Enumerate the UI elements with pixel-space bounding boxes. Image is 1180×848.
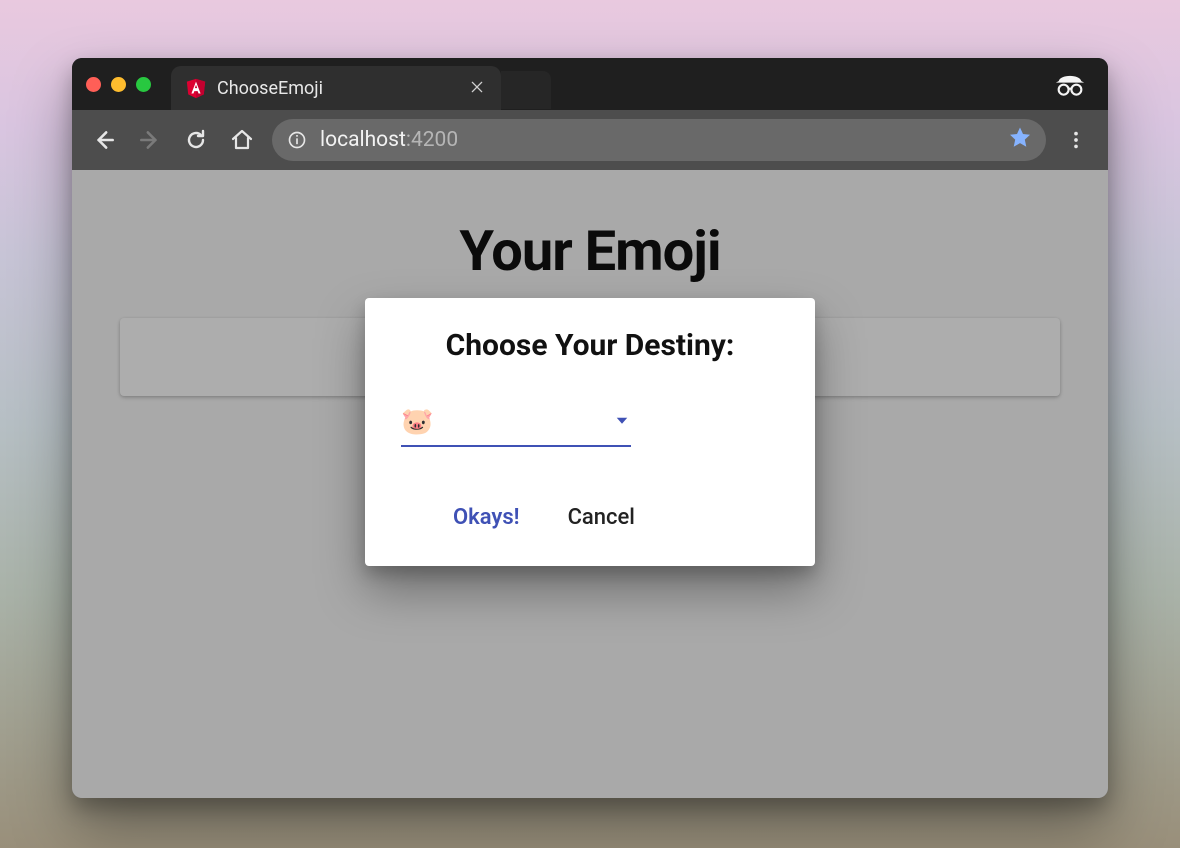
url-host: localhost — [320, 128, 406, 152]
site-info-icon[interactable] — [286, 129, 308, 151]
bookmark-star-icon[interactable] — [1008, 125, 1032, 155]
close-tab-button[interactable] — [467, 76, 487, 100]
url-port: :4200 — [406, 128, 458, 152]
window-controls — [86, 77, 151, 92]
tab-title: ChooseEmoji — [217, 78, 467, 99]
tab-strip: ChooseEmoji — [72, 58, 1108, 110]
new-tab-area[interactable] — [501, 71, 551, 109]
browser-tab[interactable]: ChooseEmoji — [171, 66, 501, 110]
angular-icon — [185, 77, 207, 99]
browser-toolbar: localhost:4200 — [72, 110, 1108, 170]
browser-window: ChooseEmoji — [72, 58, 1108, 798]
home-button[interactable] — [226, 124, 258, 156]
close-window-button[interactable] — [86, 77, 101, 92]
page-viewport: Your Emoji Choose Your Destiny: 🐷 Okays!… — [72, 170, 1108, 798]
chevron-down-icon — [613, 411, 631, 433]
emoji-select-value: 🐷 — [401, 409, 433, 435]
choose-emoji-dialog: Choose Your Destiny: 🐷 Okays! Cancel — [365, 298, 815, 566]
maximize-window-button[interactable] — [136, 77, 151, 92]
address-bar[interactable]: localhost:4200 — [272, 119, 1046, 161]
dialog-actions: Okays! Cancel — [401, 487, 779, 554]
browser-menu-button[interactable] — [1060, 129, 1092, 151]
cancel-button[interactable]: Cancel — [564, 497, 639, 538]
back-button[interactable] — [88, 124, 120, 156]
minimize-window-button[interactable] — [111, 77, 126, 92]
forward-button[interactable] — [134, 124, 166, 156]
dialog-title: Choose Your Destiny: — [401, 328, 779, 363]
reload-button[interactable] — [180, 124, 212, 156]
incognito-icon — [1052, 66, 1088, 102]
emoji-select[interactable]: 🐷 — [401, 405, 631, 447]
ok-button[interactable]: Okays! — [449, 497, 524, 538]
